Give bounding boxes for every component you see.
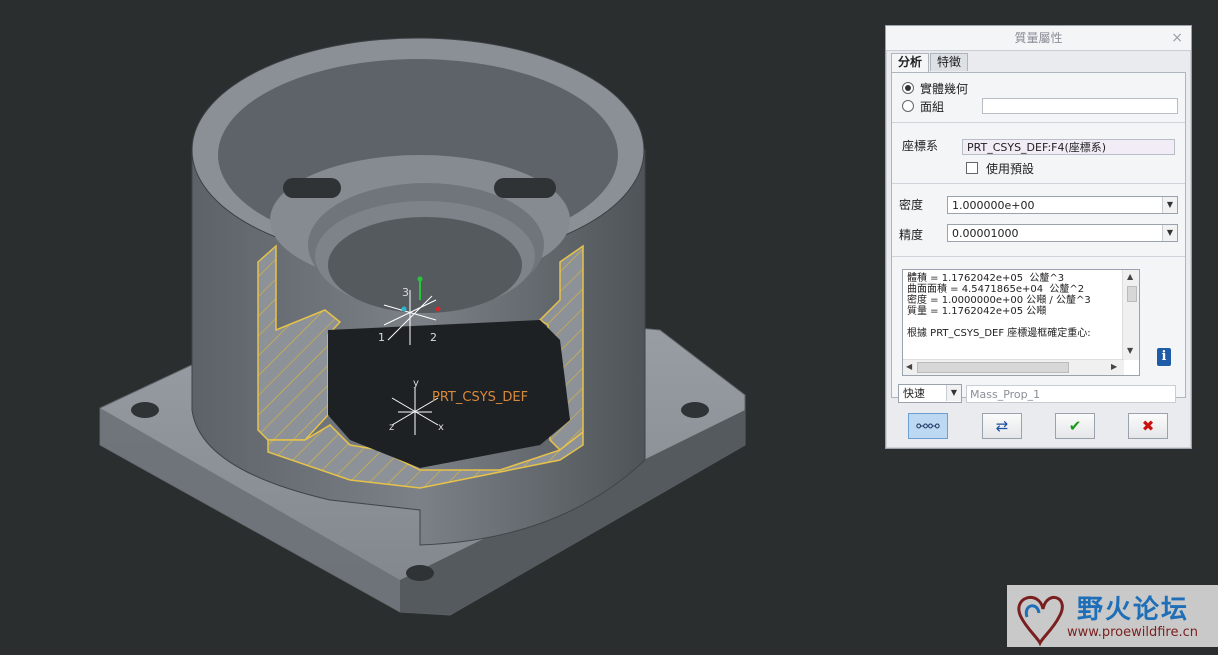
watermark-url: www.proewildfire.cn xyxy=(1067,625,1198,640)
radio-quilt[interactable]: 面組 xyxy=(902,98,944,115)
refresh-icon: ⇄ xyxy=(995,417,1009,435)
analysis-panel: 實體幾何 面組 座標系 PRT_CSYS_DEF:F4(座標系) 使用預設 密度… xyxy=(891,72,1186,398)
mode-value: 快速 xyxy=(903,387,925,400)
scroll-up-icon[interactable]: ▲ xyxy=(1127,272,1133,281)
watermark-title: 野火论坛 xyxy=(1077,595,1190,625)
dialog-titlebar[interactable]: 質量屬性 × xyxy=(886,26,1191,51)
dialog-title: 質量屬性 xyxy=(1014,31,1063,45)
accuracy-combo[interactable]: 0.00001000 ▼ xyxy=(947,224,1178,242)
forum-watermark: 野火论坛 www.proewildfire.cn xyxy=(1007,585,1218,647)
preview-button[interactable]: ⚯⚯ xyxy=(908,413,948,439)
divider xyxy=(892,183,1185,184)
axis-label-1: 1 xyxy=(378,331,385,344)
check-icon: ✔ xyxy=(1068,417,1082,435)
radio-dot-selected xyxy=(902,82,914,94)
results-text-area[interactable]: 體積 = 1.1762042e+05 公釐^3 曲面面積 = 4.5471865… xyxy=(902,269,1140,376)
chevron-down-icon[interactable]: ▼ xyxy=(946,385,961,401)
tab-analysis[interactable]: 分析 xyxy=(891,53,930,72)
forum-logo-icon xyxy=(1017,596,1064,647)
mode-combo[interactable]: 快速 ▼ xyxy=(898,384,962,403)
density-label: 密度 xyxy=(899,198,924,212)
use-default-checkbox[interactable]: 使用預設 xyxy=(966,160,1034,177)
quilt-selector-field[interactable] xyxy=(982,98,1178,114)
result-surface-area: 曲面面積 = 4.5471865e+04 公釐^2 xyxy=(907,284,1085,295)
tab-features[interactable]: 特徵 xyxy=(930,53,969,71)
csys-label: 座標系 xyxy=(902,139,939,153)
vertical-scrollbar[interactable]: ▲ ▼ xyxy=(1122,270,1139,360)
checkbox-box xyxy=(966,162,978,174)
scroll-thumb[interactable] xyxy=(1127,286,1137,302)
result-volume: 體積 = 1.1762042e+05 公釐^3 xyxy=(907,273,1065,284)
csys-name-label: PRT_CSYS_DEF xyxy=(432,390,528,405)
info-icon[interactable]: i xyxy=(1157,348,1171,366)
cancel-button[interactable]: ✖ xyxy=(1128,413,1168,439)
tab-strip: 分析 特徵 xyxy=(891,53,969,72)
radio-solid-label: 實體幾何 xyxy=(920,82,969,96)
horizontal-scrollbar[interactable]: ◀ ▶ xyxy=(903,359,1124,375)
use-default-label: 使用預設 xyxy=(986,162,1035,176)
results-text: 體積 = 1.1762042e+05 公釐^3 曲面面積 = 4.5471865… xyxy=(907,273,1091,339)
chevron-down-icon[interactable]: ▼ xyxy=(1162,197,1177,213)
repaint-button[interactable]: ⇄ xyxy=(982,413,1022,439)
axis-label-z: z xyxy=(389,422,394,433)
analysis-name-field[interactable]: Mass_Prop_1 xyxy=(966,385,1176,403)
close-icon[interactable]: × xyxy=(1171,26,1183,50)
chevron-down-icon[interactable]: ▼ xyxy=(1162,225,1177,241)
scroll-left-icon[interactable]: ◀ xyxy=(906,362,912,371)
density-value: 1.000000e+00 xyxy=(952,199,1035,212)
density-combo[interactable]: 1.000000e+00 ▼ xyxy=(947,196,1178,214)
divider xyxy=(892,122,1185,123)
csys-selector-field[interactable]: PRT_CSYS_DEF:F4(座標系) xyxy=(962,139,1175,155)
radio-solid-geometry[interactable]: 實體幾何 xyxy=(902,80,968,97)
ok-button[interactable]: ✔ xyxy=(1055,413,1095,439)
result-cog-header: 根據 PRT_CSYS_DEF 座標邊框確定重心: xyxy=(907,328,1091,339)
scroll-down-icon[interactable]: ▼ xyxy=(1127,346,1133,355)
result-mass: 質量 = 1.1762042e+05 公噸 xyxy=(907,306,1047,317)
divider xyxy=(892,256,1185,257)
result-density: 密度 = 1.0000000e+00 公噸 / 公釐^3 xyxy=(907,295,1091,306)
axis-label-3: 3 xyxy=(402,286,409,299)
scroll-right-icon[interactable]: ▶ xyxy=(1111,362,1117,371)
glasses-icon: ⚯⚯ xyxy=(916,419,940,435)
radio-quilt-label: 面組 xyxy=(920,100,945,114)
accuracy-value: 0.00001000 xyxy=(952,227,1019,240)
axis-label-x: x xyxy=(438,422,444,433)
mass-properties-dialog[interactable]: 質量屬性 × 分析 特徵 實體幾何 面組 座標系 PRT_CSYS_DEF:F4… xyxy=(885,25,1192,449)
radio-dot xyxy=(902,100,914,112)
scroll-thumb[interactable] xyxy=(917,362,1069,373)
accuracy-label: 精度 xyxy=(899,228,924,242)
axis-label-y: y xyxy=(413,378,419,389)
axis-label-2: 2 xyxy=(430,331,437,344)
x-icon: ✖ xyxy=(1141,417,1155,435)
